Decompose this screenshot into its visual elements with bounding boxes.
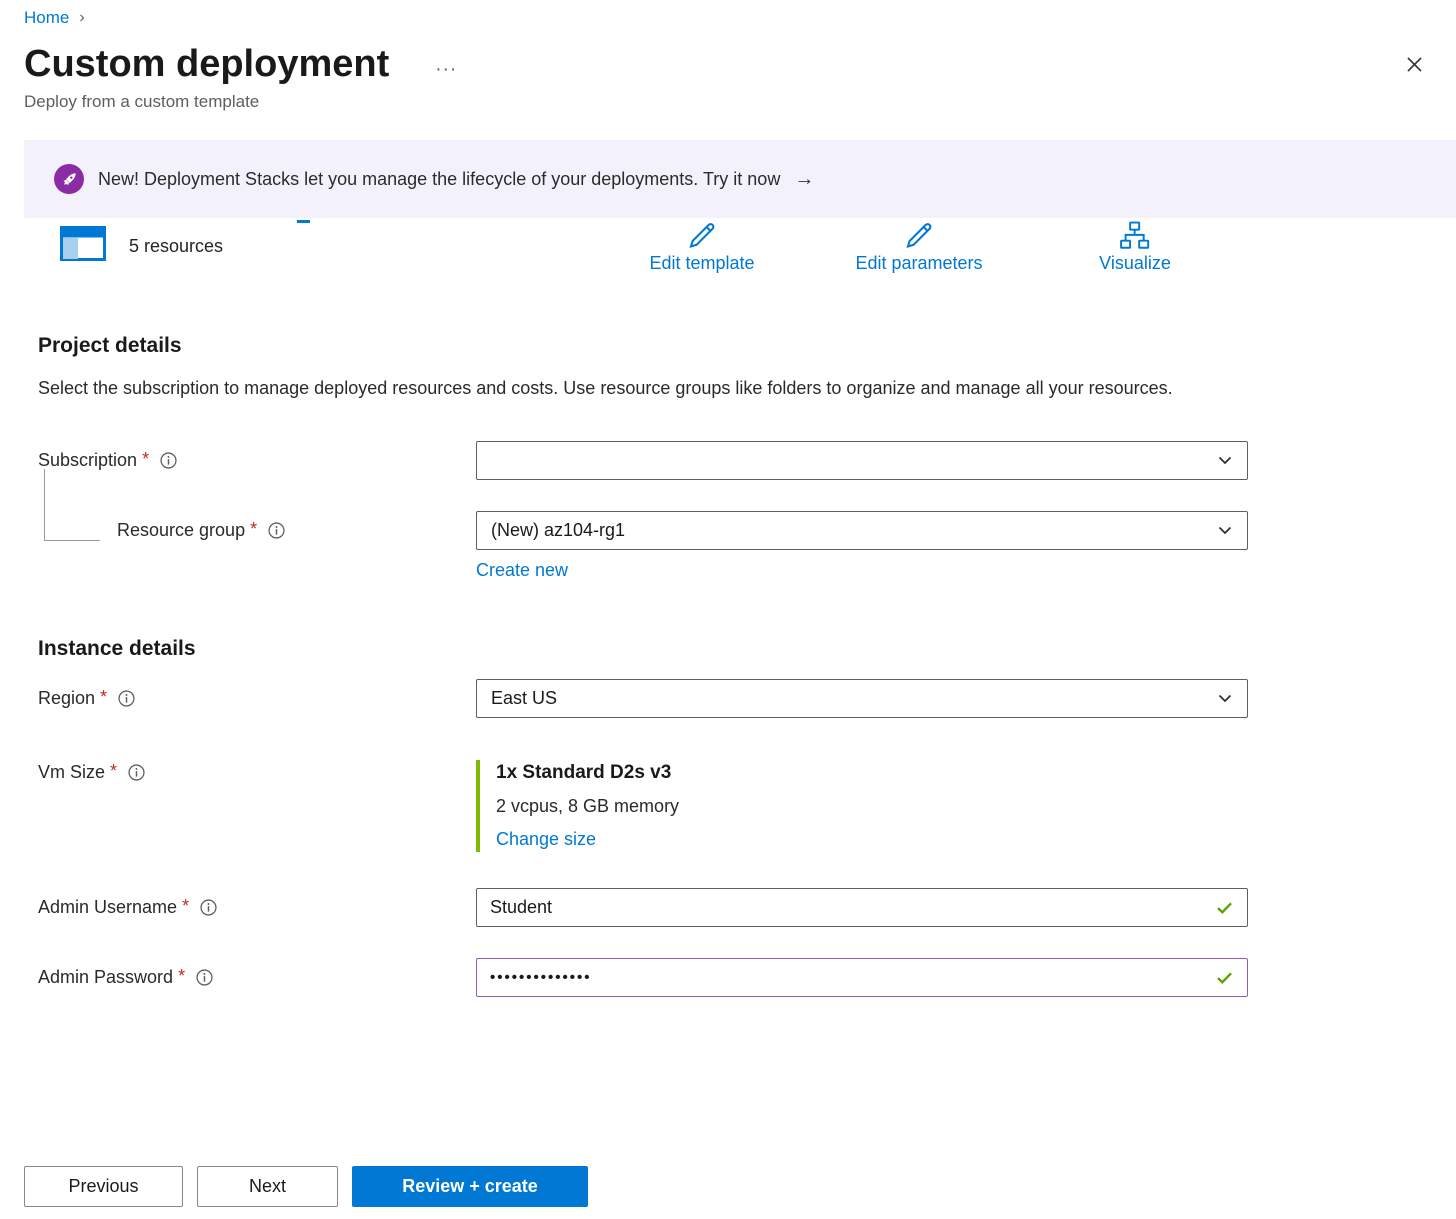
close-icon[interactable]: [1401, 51, 1428, 78]
page-subtitle: Deploy from a custom template: [0, 88, 1456, 112]
template-toolbar: 5 resources Edit template Edit parameter…: [0, 218, 1456, 304]
subscription-row: Subscription *: [38, 441, 1248, 480]
footer-actions: Previous Next Review + create: [24, 1166, 588, 1207]
page-header: Custom deployment ···: [0, 28, 1456, 88]
admin-username-input[interactable]: [476, 888, 1248, 927]
previous-button[interactable]: Previous: [24, 1166, 183, 1207]
region-label: Region: [38, 688, 95, 709]
chevron-down-icon: [1217, 452, 1233, 468]
indent-connector: [44, 469, 100, 541]
admin-username-label: Admin Username: [38, 897, 177, 918]
template-resources-icon: [60, 226, 106, 261]
breadcrumb-home-link[interactable]: Home: [24, 8, 69, 28]
admin-password-row: Admin Password *: [38, 958, 1248, 997]
info-icon[interactable]: [196, 969, 213, 986]
resource-group-dropdown[interactable]: (New) az104-rg1: [476, 511, 1248, 550]
resource-group-row: Resource group * (New) az104-rg1: [38, 511, 1248, 550]
project-details-heading: Project details: [38, 334, 1248, 358]
truncated-link-fragment: [297, 220, 310, 223]
form-content: Project details Select the subscription …: [0, 334, 1456, 997]
next-button[interactable]: Next: [197, 1166, 338, 1207]
required-asterisk: *: [142, 449, 149, 470]
edit-parameters-button[interactable]: Edit parameters: [855, 220, 982, 274]
arrow-right-icon: →: [794, 168, 814, 191]
instance-details-heading: Instance details: [38, 637, 1248, 661]
change-size-link[interactable]: Change size: [496, 829, 596, 850]
review-create-button[interactable]: Review + create: [352, 1166, 588, 1207]
edit-parameters-label: Edit parameters: [855, 253, 982, 274]
pencil-icon: [904, 220, 935, 251]
overflow-menu-button[interactable]: ···: [435, 47, 457, 81]
vm-size-selection-title: 1x Standard D2s v3: [496, 762, 1248, 784]
region-value: East US: [491, 688, 1217, 709]
info-icon[interactable]: [200, 899, 217, 916]
required-asterisk: *: [250, 519, 257, 540]
admin-username-row: Admin Username *: [38, 888, 1248, 927]
breadcrumb: Home ›: [0, 0, 1456, 28]
region-dropdown[interactable]: East US: [476, 679, 1248, 718]
vm-size-selection: 1x Standard D2s v3 2 vcpus, 8 GB memory …: [476, 760, 1248, 852]
org-chart-icon: [1119, 220, 1152, 251]
visualize-label: Visualize: [1099, 253, 1171, 274]
info-icon[interactable]: [118, 690, 135, 707]
resource-group-value: (New) az104-rg1: [491, 520, 1217, 541]
required-asterisk: *: [100, 687, 107, 708]
info-icon[interactable]: [160, 452, 177, 469]
vm-size-row: Vm Size * 1x Standard D2s v3 2 vcpus, 8 …: [38, 760, 1248, 852]
region-row: Region * East US: [38, 679, 1248, 718]
edit-template-button[interactable]: Edit template: [649, 220, 754, 274]
pencil-icon: [687, 220, 718, 251]
required-asterisk: *: [182, 896, 189, 917]
edit-template-label: Edit template: [649, 253, 754, 274]
project-details-description: Select the subscription to manage deploy…: [38, 374, 1188, 403]
page-title: Custom deployment: [24, 40, 389, 88]
rocket-icon: [54, 164, 84, 194]
vm-size-label: Vm Size: [38, 762, 105, 783]
deployment-stacks-banner[interactable]: New! Deployment Stacks let you manage th…: [24, 140, 1456, 218]
subscription-dropdown[interactable]: [476, 441, 1248, 480]
resource-count: 5 resources: [129, 236, 223, 261]
create-new-link[interactable]: Create new: [476, 560, 568, 580]
banner-message: New! Deployment Stacks let you manage th…: [98, 169, 780, 190]
info-icon[interactable]: [128, 764, 145, 781]
template-summary: 5 resources: [60, 226, 223, 261]
info-icon[interactable]: [268, 522, 285, 539]
admin-password-input[interactable]: [476, 958, 1248, 997]
chevron-down-icon: [1217, 522, 1233, 538]
subscription-label: Subscription: [38, 450, 137, 471]
required-asterisk: *: [178, 966, 185, 987]
required-asterisk: *: [110, 761, 117, 782]
chevron-right-icon: ›: [79, 9, 84, 27]
vm-size-specs: 2 vcpus, 8 GB memory: [496, 796, 1248, 817]
custom-deployment-page: Home › Custom deployment ··· Deploy from…: [0, 0, 1456, 997]
resource-group-label: Resource group: [117, 520, 245, 541]
admin-password-label: Admin Password: [38, 967, 173, 988]
chevron-down-icon: [1217, 690, 1233, 706]
visualize-button[interactable]: Visualize: [1099, 220, 1171, 274]
